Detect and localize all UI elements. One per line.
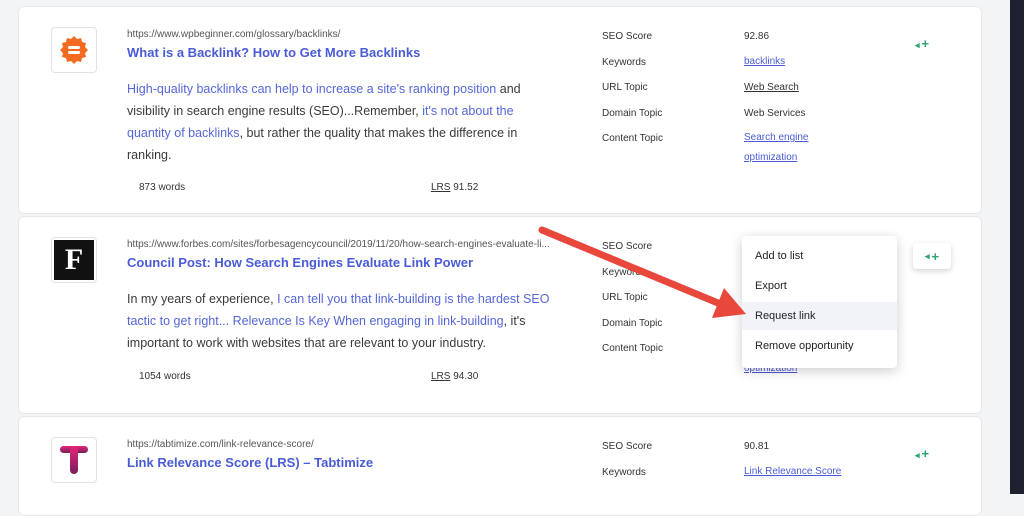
menu-item-remove-opportunity[interactable]: Remove opportunity — [742, 332, 897, 360]
word-count: 873 words — [139, 182, 186, 193]
content-topic-link[interactable]: Search engine — [744, 128, 809, 148]
keywords-label: Keywords — [602, 267, 646, 278]
menu-item-export[interactable]: Export — [742, 272, 897, 300]
result-url: https://www.wpbeginner.com/glossary/back… — [127, 29, 341, 40]
word-count: 1054 words — [139, 371, 191, 382]
lrs-score: LRS 94.30 — [431, 371, 478, 382]
keywords-label: Keywords — [602, 467, 646, 478]
plus-icon: + — [931, 248, 940, 264]
add-opportunity-button[interactable]: ◂ + — [913, 243, 951, 269]
seo-score-label: SEO Score — [602, 241, 653, 252]
result-title-link[interactable]: Council Post: How Search Engines Evaluat… — [127, 255, 473, 270]
logo-letter: F — [64, 243, 84, 276]
result-url: https://tabtimize.com/link-relevance-sco… — [127, 439, 314, 450]
content-topic-link[interactable]: optimization — [744, 148, 797, 168]
keywords-label: Keywords — [602, 57, 646, 68]
tabtimize-logo-icon — [60, 446, 88, 474]
chevron-left-icon: ◂ — [915, 40, 920, 50]
seo-score-value: 92.86 — [744, 31, 770, 42]
menu-item-add-to-list[interactable]: Add to list — [742, 242, 897, 270]
seo-score-value: 90.81 — [744, 441, 770, 452]
result-snippet: In my years of experience, I can tell yo… — [127, 288, 567, 354]
dark-side-strip — [1010, 0, 1024, 494]
content-topic-label: Content Topic — [602, 343, 663, 354]
seo-score-label: SEO Score — [602, 441, 653, 452]
menu-item-request-link[interactable]: Request link — [742, 302, 897, 330]
add-opportunity-button[interactable]: ◂ + — [915, 36, 929, 51]
result-title-link[interactable]: Link Relevance Score (LRS) – Tabtimize — [127, 455, 373, 470]
plus-icon: + — [921, 446, 930, 461]
chevron-left-icon: ◂ — [915, 450, 920, 460]
content-topic-label: Content Topic — [602, 133, 663, 144]
result-snippet: High-quality backlinks can help to incre… — [127, 78, 547, 166]
domain-topic-label: Domain Topic — [602, 108, 663, 119]
snippet-highlight: High-quality backlinks can help to incre… — [127, 82, 497, 96]
url-topic-label: URL Topic — [602, 82, 648, 93]
result-card-3: T https://tabtimize.com/link-relevance-s… — [18, 416, 982, 516]
forbes-logo-icon: F — [54, 240, 94, 280]
lrs-value: 91.52 — [453, 182, 479, 193]
seo-score-label: SEO Score — [602, 31, 653, 42]
result-card-1: https://www.wpbeginner.com/glossary/back… — [18, 6, 982, 214]
lrs-value: 94.30 — [453, 371, 479, 382]
domain-topic-label: Domain Topic — [602, 318, 663, 329]
lrs-score: LRS 91.52 — [431, 182, 478, 193]
lrs-label: LRS — [431, 182, 451, 193]
wpbeginner-logo — [51, 27, 97, 73]
chevron-left-icon: ◂ — [924, 250, 930, 261]
url-topic-value[interactable]: Web Search — [744, 82, 799, 93]
add-opportunity-button[interactable]: ◂ + — [915, 446, 929, 461]
plus-icon: + — [921, 36, 930, 51]
result-url: https://www.forbes.com/sites/forbesagenc… — [127, 239, 550, 250]
snippet-text: In my years of experience, — [127, 292, 278, 306]
keywords-link[interactable]: backlinks — [744, 52, 785, 72]
forbes-logo: F — [51, 237, 97, 283]
result-title-link[interactable]: What is a Backlink? How to Get More Back… — [127, 45, 420, 60]
opportunity-context-menu: Add to list Export Request link Remove o… — [742, 236, 897, 368]
wpbeginner-logo-icon — [60, 36, 88, 64]
domain-topic-value: Web Services — [744, 108, 806, 119]
keywords-link[interactable]: Link Relevance Score — [744, 462, 841, 482]
tabtimize-logo: T — [51, 437, 97, 483]
url-topic-label: URL Topic — [602, 292, 648, 303]
lrs-label: LRS — [431, 371, 451, 382]
